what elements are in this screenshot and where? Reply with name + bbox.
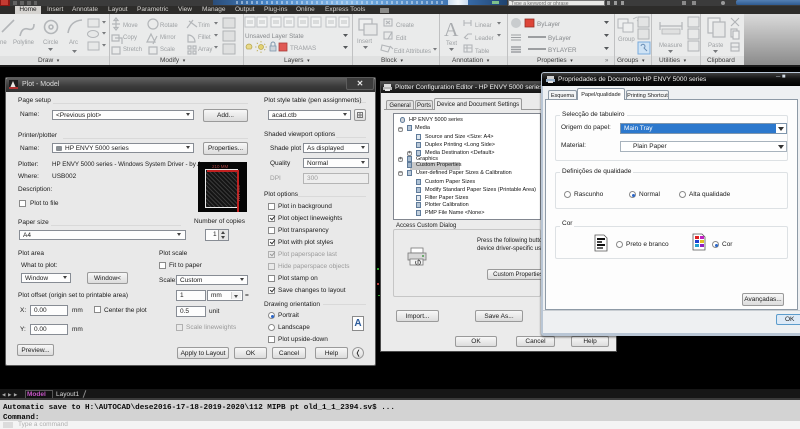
- svg-text:Create: Create: [396, 23, 415, 29]
- svg-text:A: A: [444, 19, 459, 41]
- svg-text:Trim: Trim: [198, 23, 210, 29]
- svg-text:Edit Attributes: Edit Attributes: [394, 49, 431, 55]
- svg-text:Fillet: Fillet: [198, 35, 211, 41]
- svg-text:Text: Text: [446, 41, 457, 47]
- svg-text:TRAMAS: TRAMAS: [290, 45, 316, 52]
- svg-text:ne: ne: [0, 40, 7, 46]
- svg-text:Arc: Arc: [69, 40, 78, 46]
- svg-text:Insert: Insert: [357, 39, 372, 45]
- svg-text:Leader: Leader: [475, 36, 494, 42]
- svg-text:Table: Table: [475, 49, 490, 55]
- svg-text:Unsaved Layer State: Unsaved Layer State: [245, 33, 304, 40]
- svg-text:Circle: Circle: [43, 40, 59, 46]
- svg-text:Rotate: Rotate: [160, 23, 178, 29]
- svg-text:BYLAYER: BYLAYER: [548, 47, 577, 54]
- svg-text:Move: Move: [123, 23, 138, 29]
- svg-text:Measure: Measure: [659, 43, 683, 49]
- svg-text:Scale: Scale: [160, 47, 176, 53]
- svg-text:Mirror: Mirror: [160, 35, 176, 41]
- svg-text:Paste: Paste: [708, 43, 724, 49]
- svg-text:ByLayer: ByLayer: [537, 21, 560, 28]
- svg-text:Array: Array: [198, 47, 212, 53]
- svg-text:Copy: Copy: [123, 35, 137, 41]
- svg-text:Edit: Edit: [396, 36, 407, 42]
- svg-text:Stretch: Stretch: [123, 47, 142, 53]
- svg-text:Polyline: Polyline: [13, 40, 35, 46]
- svg-text:ByLayer: ByLayer: [548, 35, 571, 42]
- svg-text:Linear: Linear: [475, 23, 492, 29]
- svg-text:Group: Group: [618, 37, 635, 43]
